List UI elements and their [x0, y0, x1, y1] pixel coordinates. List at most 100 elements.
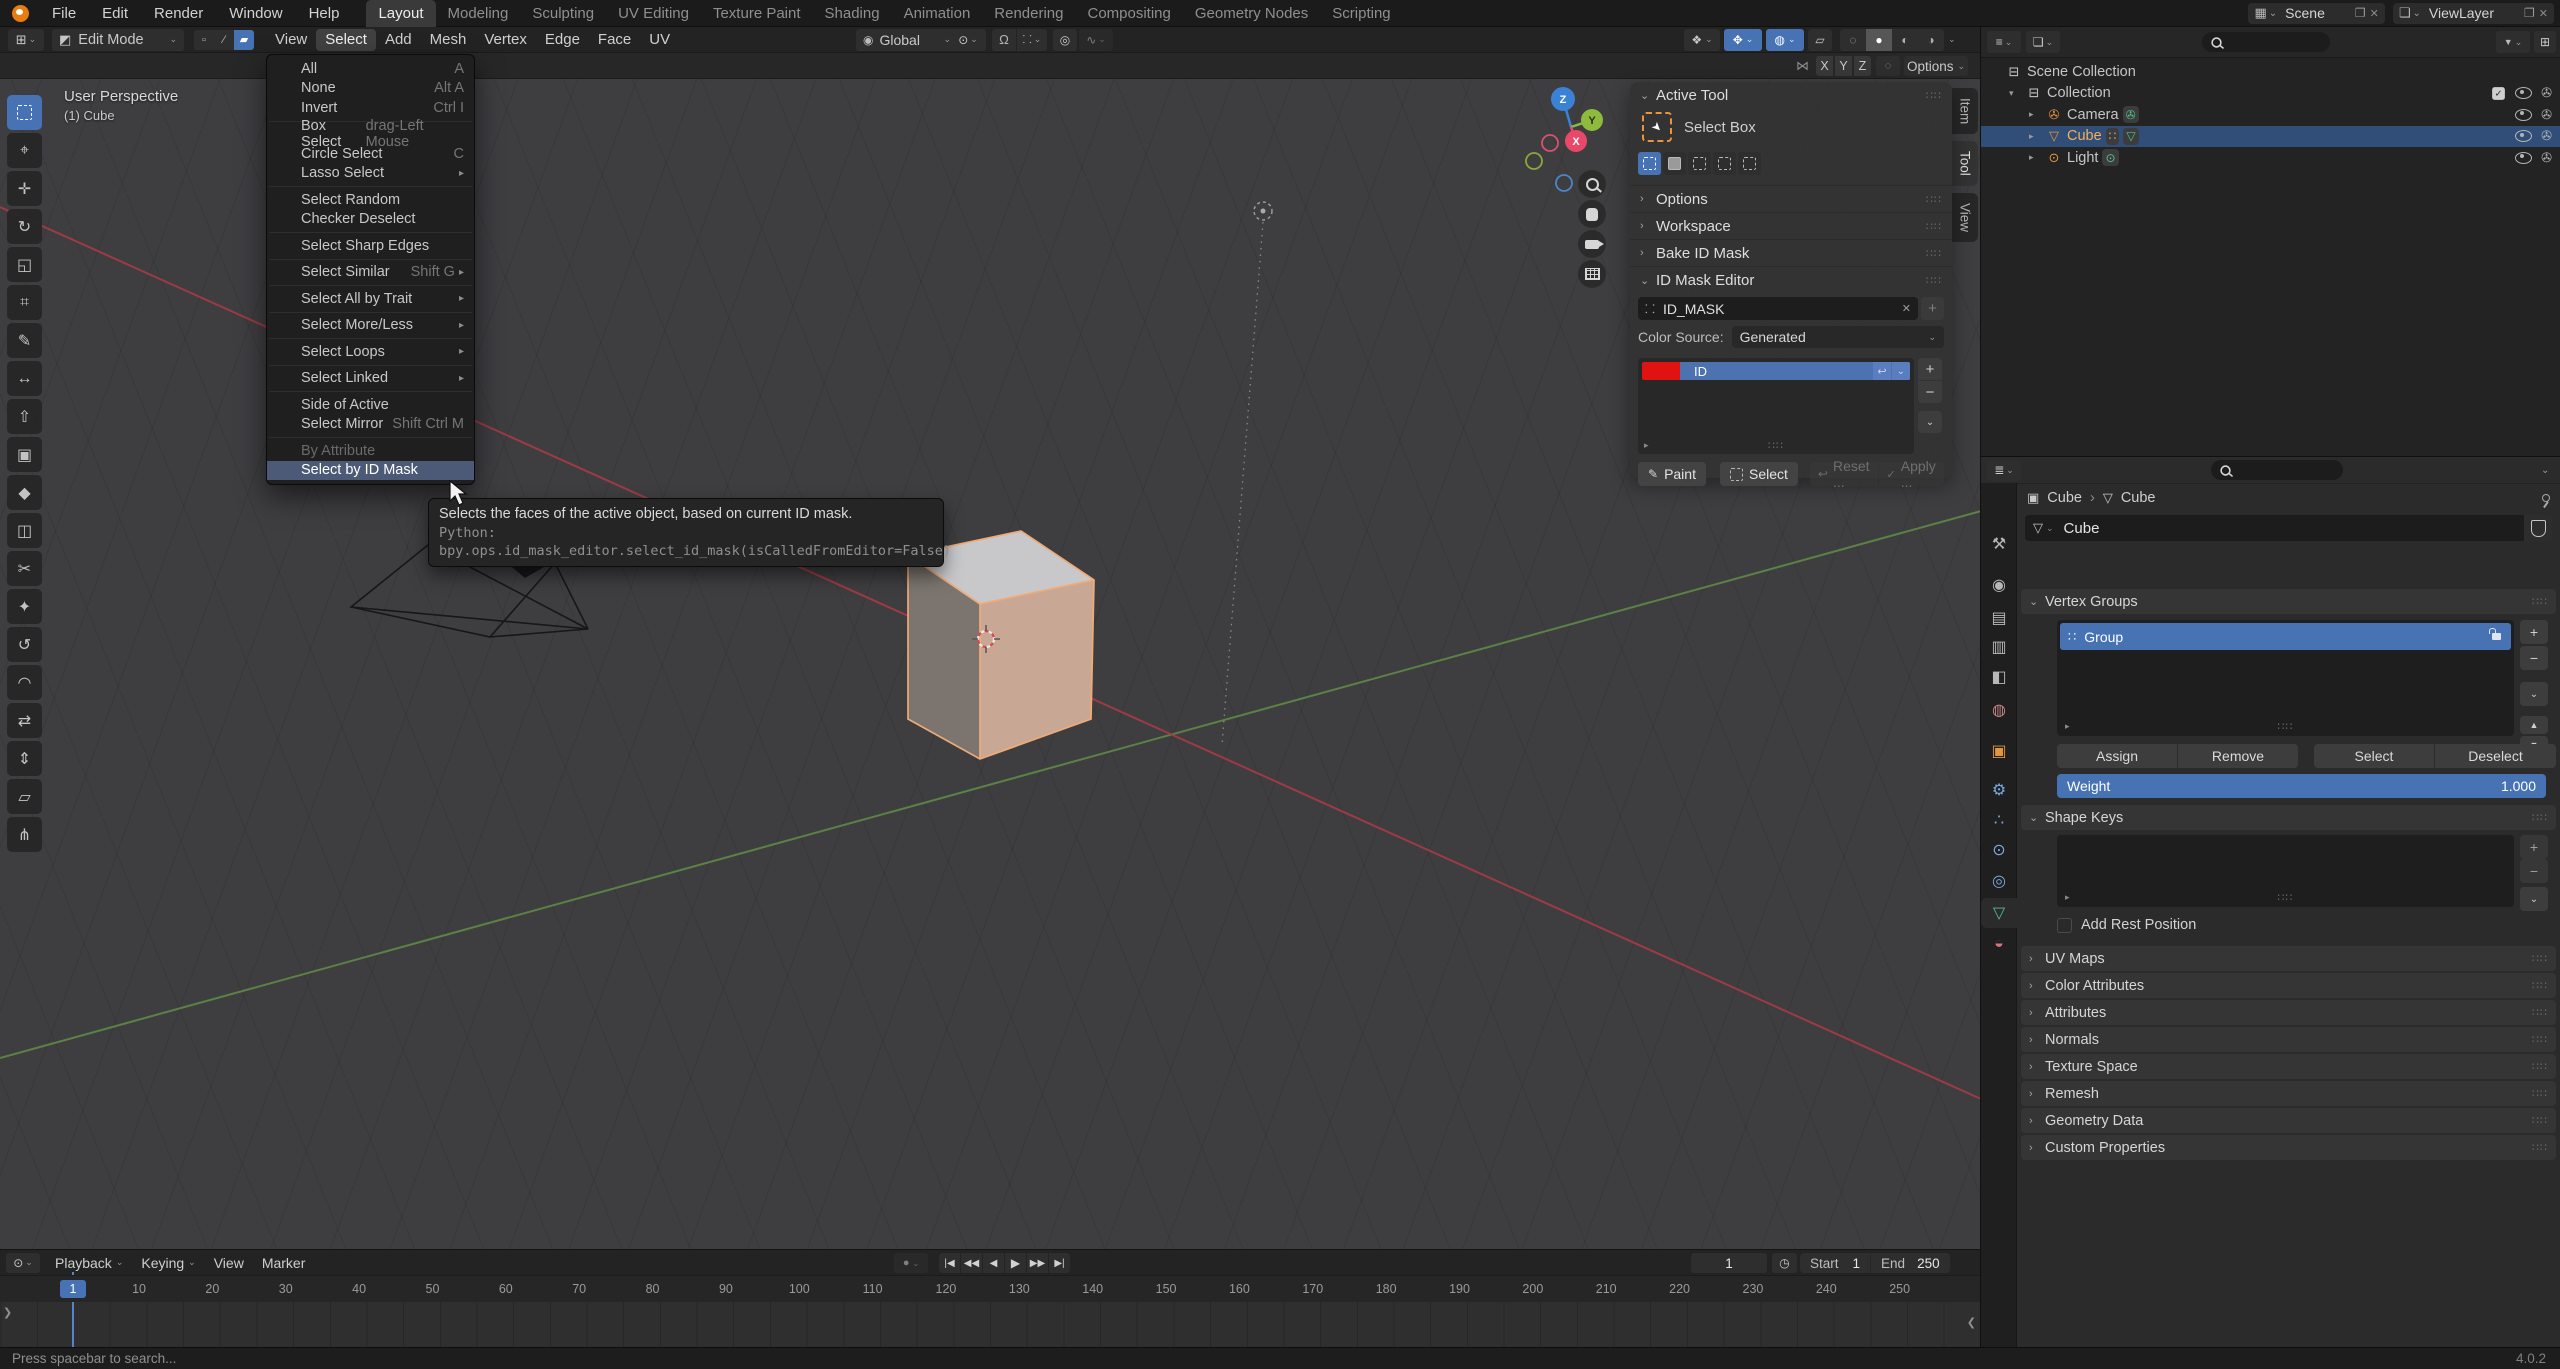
menu-item-select-more-less[interactable]: Select More/Less▸ — [267, 316, 474, 336]
assign-button[interactable]: Assign — [2057, 744, 2177, 768]
topbar-menu-window[interactable]: Window — [216, 0, 295, 27]
prev-keyframe-button[interactable]: ◀◀ — [961, 1253, 982, 1273]
panel-header-uv-maps[interactable]: ›UV Maps∷∷ — [2021, 946, 2556, 971]
workspace-tab-shading[interactable]: Shading — [813, 0, 892, 27]
panel-header-bake-id-mask[interactable]: ›Bake ID Mask∷∷ — [1630, 239, 1952, 266]
menu-item-box-select[interactable]: Box Selectdrag-Left Mouse — [267, 125, 474, 145]
editor-type-button[interactable]: ⊞⌄ — [8, 29, 44, 51]
lock-open-icon[interactable] — [2492, 633, 2501, 640]
copy-icon[interactable]: ❐ — [2524, 6, 2535, 20]
stopwatch-button[interactable]: ◷ — [1772, 1253, 1797, 1273]
tool-poly-build[interactable]: ✦ — [7, 589, 42, 624]
outliner-row-light[interactable]: ▸⊙Light⊙✇ — [1981, 147, 2560, 168]
copy-icon[interactable]: ❐ — [2355, 6, 2366, 20]
disable-render-toggle[interactable]: ✇ — [2541, 128, 2552, 144]
vertex-group-specials-button[interactable]: ⌄ — [2520, 682, 2548, 706]
snap-symmetry-button[interactable]: ◌ — [1876, 56, 1900, 76]
editor-type-button[interactable]: ≣⌄ — [1987, 460, 2021, 481]
panel-header-workspace[interactable]: ›Workspace∷∷ — [1630, 212, 1952, 239]
add-shape-key-button[interactable]: + — [2520, 835, 2548, 859]
tool-move[interactable]: ✛ — [7, 171, 42, 206]
menu-item-select-all-by-trait[interactable]: Select All by Trait▸ — [267, 289, 474, 309]
menu-item-circle-select[interactable]: Circle SelectC — [267, 144, 474, 164]
menu-item-select-sharp-edges[interactable]: Select Sharp Edges — [267, 236, 474, 256]
timeline-ruler[interactable]: 1020304050607080901001101201301401501601… — [0, 1275, 1980, 1302]
menu-item-none[interactable]: NoneAlt A — [267, 79, 474, 99]
shape-key-specials-button[interactable]: ⌄ — [2520, 887, 2548, 911]
select-button[interactable]: Select — [2314, 744, 2434, 768]
tool-select-box[interactable] — [7, 95, 42, 130]
confirm-icon[interactable]: ⌄ — [1891, 362, 1910, 380]
collection-checkbox[interactable]: ✓ — [2492, 87, 2505, 100]
mask-name-field[interactable]: ⸬ID_MASK✕ — [1638, 297, 1918, 320]
properties-tab-material[interactable]: ◒ — [1981, 929, 2017, 959]
mode-dropdown[interactable]: ◩Edit Mode⌄ — [52, 29, 184, 51]
tool-shrink-fatten[interactable]: ⇕ — [7, 741, 42, 776]
tool-knife[interactable]: ✂ — [7, 551, 42, 586]
viewport-menu-view[interactable]: View — [266, 29, 316, 51]
viewport-menu-vertex[interactable]: Vertex — [475, 29, 536, 51]
tool-shear[interactable]: ▱ — [7, 779, 42, 814]
weight-slider[interactable]: Weight1.000 — [2057, 774, 2546, 798]
workspace-tab-geometry-nodes[interactable]: Geometry Nodes — [1183, 0, 1320, 27]
solid-shading-button[interactable]: ● — [1866, 29, 1892, 51]
viewport-menu-uv[interactable]: UV — [640, 29, 679, 51]
viewport-menu-add[interactable]: Add — [376, 29, 421, 51]
menu-item-checker-deselect[interactable]: Checker Deselect — [267, 210, 474, 230]
menu-item-select-by-id-mask[interactable]: Select by ID Mask — [267, 461, 474, 481]
panel-header-texture-space[interactable]: ›Texture Space∷∷ — [2021, 1054, 2556, 1079]
falloff-dropdown[interactable]: ∿⌄ — [1079, 29, 1113, 51]
remove-button[interactable]: Remove — [2178, 744, 2298, 768]
menu-item-select-mirror[interactable]: Select MirrorShift Ctrl M — [267, 415, 474, 435]
deselect-button[interactable]: Deselect — [2435, 744, 2556, 768]
menu-item-lasso-select[interactable]: Lasso Select▸ — [267, 164, 474, 184]
menu-item-select-similar[interactable]: Select SimilarShift G▸ — [267, 263, 474, 283]
tool-bevel[interactable]: ◆ — [7, 475, 42, 510]
disable-render-toggle[interactable]: ✇ — [2541, 85, 2552, 101]
expander-closed-icon[interactable]: ▸ — [2029, 152, 2041, 163]
filter-dropdown[interactable]: ▼⌄ — [2496, 31, 2530, 53]
workspace-tab-modeling[interactable]: Modeling — [436, 0, 521, 27]
hide-eye-toggle[interactable] — [2515, 109, 2532, 121]
blender-logo-icon[interactable] — [12, 5, 29, 22]
mirror-y-toggle[interactable]: Y — [1835, 56, 1852, 76]
play-reverse-button[interactable]: ◀ — [983, 1253, 1004, 1273]
add-rest-position-checkbox[interactable] — [2057, 918, 2072, 933]
current-frame-marker[interactable]: 1 — [60, 1280, 86, 1298]
disable-render-toggle[interactable]: ✇ — [2541, 150, 2552, 166]
snap-toggle[interactable]: Ω — [992, 29, 1016, 51]
outliner-row-camera[interactable]: ▸✇Camera✇✇ — [1981, 104, 2560, 125]
workspace-tab-animation[interactable]: Animation — [892, 0, 983, 27]
tool-spin[interactable]: ↺ — [7, 627, 42, 662]
wireframe-shading-button[interactable]: ◌ — [1840, 29, 1866, 51]
add-mask-item-button[interactable]: + — [1918, 358, 1942, 380]
hide-eye-toggle[interactable] — [2515, 87, 2532, 99]
color-source-dropdown[interactable]: Generated⌄ — [1732, 326, 1944, 348]
panel-header-remesh[interactable]: ›Remesh∷∷ — [2021, 1081, 2556, 1106]
timeline-tracks[interactable]: ❯❮ — [0, 1302, 1980, 1348]
menu-item-invert[interactable]: InvertCtrl I — [267, 98, 474, 118]
menu-item-select-random[interactable]: Select Random — [267, 190, 474, 210]
menu-item-side-of-active[interactable]: Side of Active — [267, 395, 474, 415]
outliner-row-cube[interactable]: ▸▽Cube∷▽✇ — [1981, 126, 2560, 147]
current-frame-field[interactable]: 1 — [1691, 1253, 1767, 1273]
topbar-menu-file[interactable]: File — [39, 0, 89, 27]
select-op-mode-3[interactable] — [1713, 152, 1736, 175]
workspace-tab-rendering[interactable]: Rendering — [982, 0, 1075, 27]
timeline-menu-playback[interactable]: Playback⌄ — [46, 1253, 132, 1273]
tool-annotate[interactable]: ✎ — [7, 323, 42, 358]
outliner-search[interactable] — [2202, 32, 2330, 52]
timeline-menu-keying[interactable]: Keying⌄ — [132, 1253, 204, 1273]
sidebar-tab-tool[interactable]: Tool — [1952, 141, 1978, 186]
panel-header-color-attributes[interactable]: ›Color Attributes∷∷ — [2021, 973, 2556, 998]
vertex-groups-panel-header[interactable]: ⌄Vertex Groups∷∷ — [2021, 589, 2556, 614]
chevron-down-icon[interactable]: ⌄ — [1948, 34, 1956, 45]
tool-measure[interactable]: ↔ — [7, 361, 42, 396]
chevron-down-icon[interactable]: ⌄ — [2541, 465, 2549, 476]
jump-start-button[interactable]: |◀ — [939, 1253, 960, 1273]
undo-icon[interactable]: ↩ — [1873, 362, 1890, 380]
tool-cursor[interactable]: ⌖ — [7, 133, 42, 168]
shape-keys-panel-header[interactable]: ⌄Shape Keys∷∷ — [2021, 805, 2556, 830]
gizmo-axis[interactable] — [1526, 153, 1542, 169]
menu-item-select-loops[interactable]: Select Loops▸ — [267, 342, 474, 362]
